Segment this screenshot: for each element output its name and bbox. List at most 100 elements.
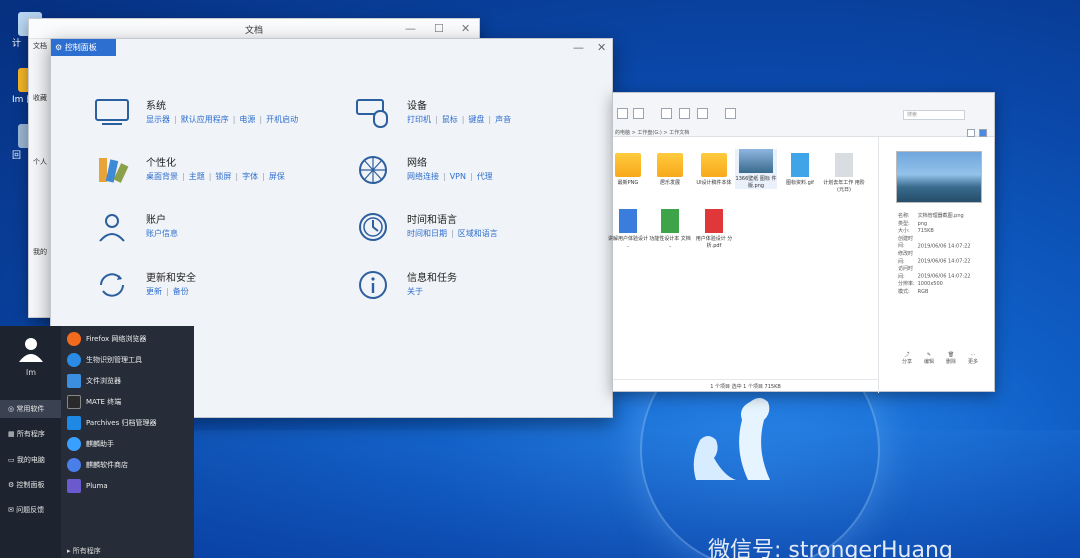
palette-icon (99, 158, 129, 183)
refresh-icon (100, 273, 124, 297)
sidebar-my[interactable]: 我的 (33, 247, 47, 257)
file-item[interactable]: 居乐发展 (649, 153, 691, 187)
link-region-language[interactable]: 区域和语言 (458, 229, 498, 238)
link-proxy[interactable]: 代理 (477, 172, 493, 181)
category-links: 桌面背景 | 主题 | 锁屏 | 字体 | 屏保 (146, 172, 285, 181)
app-biometric[interactable]: 生物识别管理工具 (67, 353, 142, 371)
network-icon (359, 156, 387, 184)
keyboard-mouse-icon (356, 99, 388, 128)
category-links: 更新 | 备份 (146, 287, 189, 296)
address-bar[interactable]: 的电脑 > 工作盘(G:) > 工作文档 (615, 129, 689, 136)
pdf-icon (705, 209, 723, 233)
app-archive[interactable]: Parchives 归档管理器 (67, 416, 156, 434)
assistant-icon (67, 437, 81, 451)
nav-my-computer[interactable]: ▭ 我的电脑 (0, 451, 61, 469)
link-screensaver[interactable]: 屏保 (269, 172, 285, 181)
sidebar-personal[interactable]: 个人 (33, 157, 47, 167)
link-keyboard[interactable]: 键盘 (468, 115, 484, 124)
link-sound[interactable]: 声音 (495, 115, 511, 124)
grid-view-icon[interactable] (979, 129, 987, 137)
minimize-icon[interactable]: — (573, 41, 584, 54)
maximize-icon[interactable]: ☐ (434, 22, 444, 35)
app-assistant[interactable]: 麒麟助手 (67, 437, 114, 455)
app-pluma[interactable]: Pluma (67, 479, 108, 497)
file-item[interactable]: 1366壁纸 图标 件版.png (735, 149, 777, 189)
folder-icon (657, 153, 683, 177)
delete-button[interactable]: 🗑 删除 (940, 352, 962, 365)
nav-feedback[interactable]: ✉ 问题反馈 (0, 501, 61, 519)
all-programs-link[interactable]: ▸ 所有程序 (67, 546, 101, 556)
nav-frequent[interactable]: ◎ 常用软件 (0, 400, 61, 418)
file-item[interactable]: 功能性设计本 文档 .. (649, 209, 691, 249)
settings-button[interactable] (725, 108, 736, 119)
link-startup[interactable]: 开机启动 (266, 115, 298, 124)
control-panel-tab[interactable]: ⚙ 控制面板 (51, 39, 116, 56)
avatar-icon[interactable] (17, 336, 45, 362)
gif-icon (791, 153, 809, 177)
link-font[interactable]: 字体 (242, 172, 258, 181)
more-button[interactable]: ⋯ 更多 (962, 352, 984, 365)
close-icon[interactable]: ✕ (461, 22, 470, 35)
sidebar-favorites[interactable]: 收藏 (33, 93, 47, 103)
category-links: 账户信息 (146, 228, 178, 239)
username: lm (26, 368, 37, 377)
link-theme[interactable]: 主题 (189, 172, 205, 181)
app-file-browser[interactable]: 文件浏览器 (67, 374, 121, 392)
category-name: 更新和安全 (146, 273, 196, 284)
link-printer[interactable]: 打印机 (407, 115, 431, 124)
file-item[interactable]: UI设计稿件本体 (693, 153, 735, 187)
close-icon[interactable]: ✕ (597, 41, 606, 54)
store-icon (67, 458, 81, 472)
link-wallpaper[interactable]: 桌面背景 (146, 172, 178, 181)
window-titlebar[interactable]: 文档 — ☐ ✕ (29, 19, 479, 39)
paste-button[interactable] (697, 108, 708, 119)
category-links: 打印机 | 鼠标 | 键盘 | 声音 (407, 115, 512, 124)
app-terminal[interactable]: MATE 终端 (67, 395, 121, 413)
file-item[interactable]: 图标资料.gif (779, 153, 821, 187)
file-item[interactable]: 讲解用户体验设计 .. (607, 209, 649, 249)
file-item[interactable]: 计划去年工作 用阶 (元日) (823, 153, 865, 193)
link-display[interactable]: 显示器 (146, 115, 170, 124)
copy-button[interactable] (679, 108, 690, 119)
user-icon (99, 214, 125, 242)
link-vpn[interactable]: VPN (450, 172, 466, 181)
list-view-icon[interactable] (967, 129, 975, 137)
file-item[interactable]: 最新PNG (607, 153, 649, 187)
category-name: 时间和语言 (407, 215, 457, 226)
edit-button[interactable]: ✎ 编辑 (918, 352, 940, 365)
category-name: 系统 (146, 101, 166, 112)
cut-button[interactable] (661, 108, 672, 119)
folder-icon (701, 153, 727, 177)
desktop-label: 回 (12, 151, 22, 161)
link-update[interactable]: 更新 (146, 287, 162, 296)
nav-control-panel[interactable]: ⚙ 控制面板 (0, 476, 61, 494)
share-button[interactable]: ⤴ 分享 (896, 351, 918, 365)
link-power[interactable]: 电源 (239, 115, 255, 124)
link-default-apps[interactable]: 默认应用程序 (181, 115, 229, 124)
link-backup[interactable]: 备份 (173, 287, 189, 296)
file-manager-window[interactable]: 搜索 的电脑 > 工作盘(G:) > 工作文档 最新PNG 居乐发展 UI设计稿… (608, 92, 995, 393)
app-store[interactable]: 麒麟软件商店 (67, 458, 128, 476)
category-name: 设备 (407, 101, 427, 112)
panel-divider (878, 137, 879, 393)
link-account-info[interactable]: 账户信息 (146, 229, 178, 238)
watermark: 微信号: strongerHuang (708, 538, 953, 558)
link-about[interactable]: 关于 (407, 287, 423, 296)
tab-document[interactable]: 文档 (33, 41, 47, 51)
file-item[interactable]: 用户体验设计 分析.pdf (693, 209, 735, 249)
link-mouse[interactable]: 鼠标 (442, 115, 458, 124)
link-lockscreen[interactable]: 锁屏 (215, 172, 231, 181)
link-date-time[interactable]: 时间和日期 (407, 229, 447, 238)
app-firefox[interactable]: Firefox 网络浏览器 (67, 332, 146, 350)
info-icon (359, 271, 387, 299)
forward-button[interactable] (633, 108, 644, 119)
nav-all-programs[interactable]: ▦ 所有程序 (0, 425, 61, 443)
back-button[interactable] (617, 108, 628, 119)
file-browser-icon (67, 374, 81, 388)
minimize-icon[interactable]: — (405, 22, 416, 35)
category-name: 网络 (407, 158, 427, 169)
search-input[interactable]: 搜索 (903, 110, 965, 120)
preview-actions: ⤴ 分享✎ 编辑🗑 删除⋯ 更多 (896, 351, 986, 365)
link-network-connection[interactable]: 网络连接 (407, 172, 439, 181)
category-links: 时间和日期 | 区域和语言 (407, 229, 498, 238)
